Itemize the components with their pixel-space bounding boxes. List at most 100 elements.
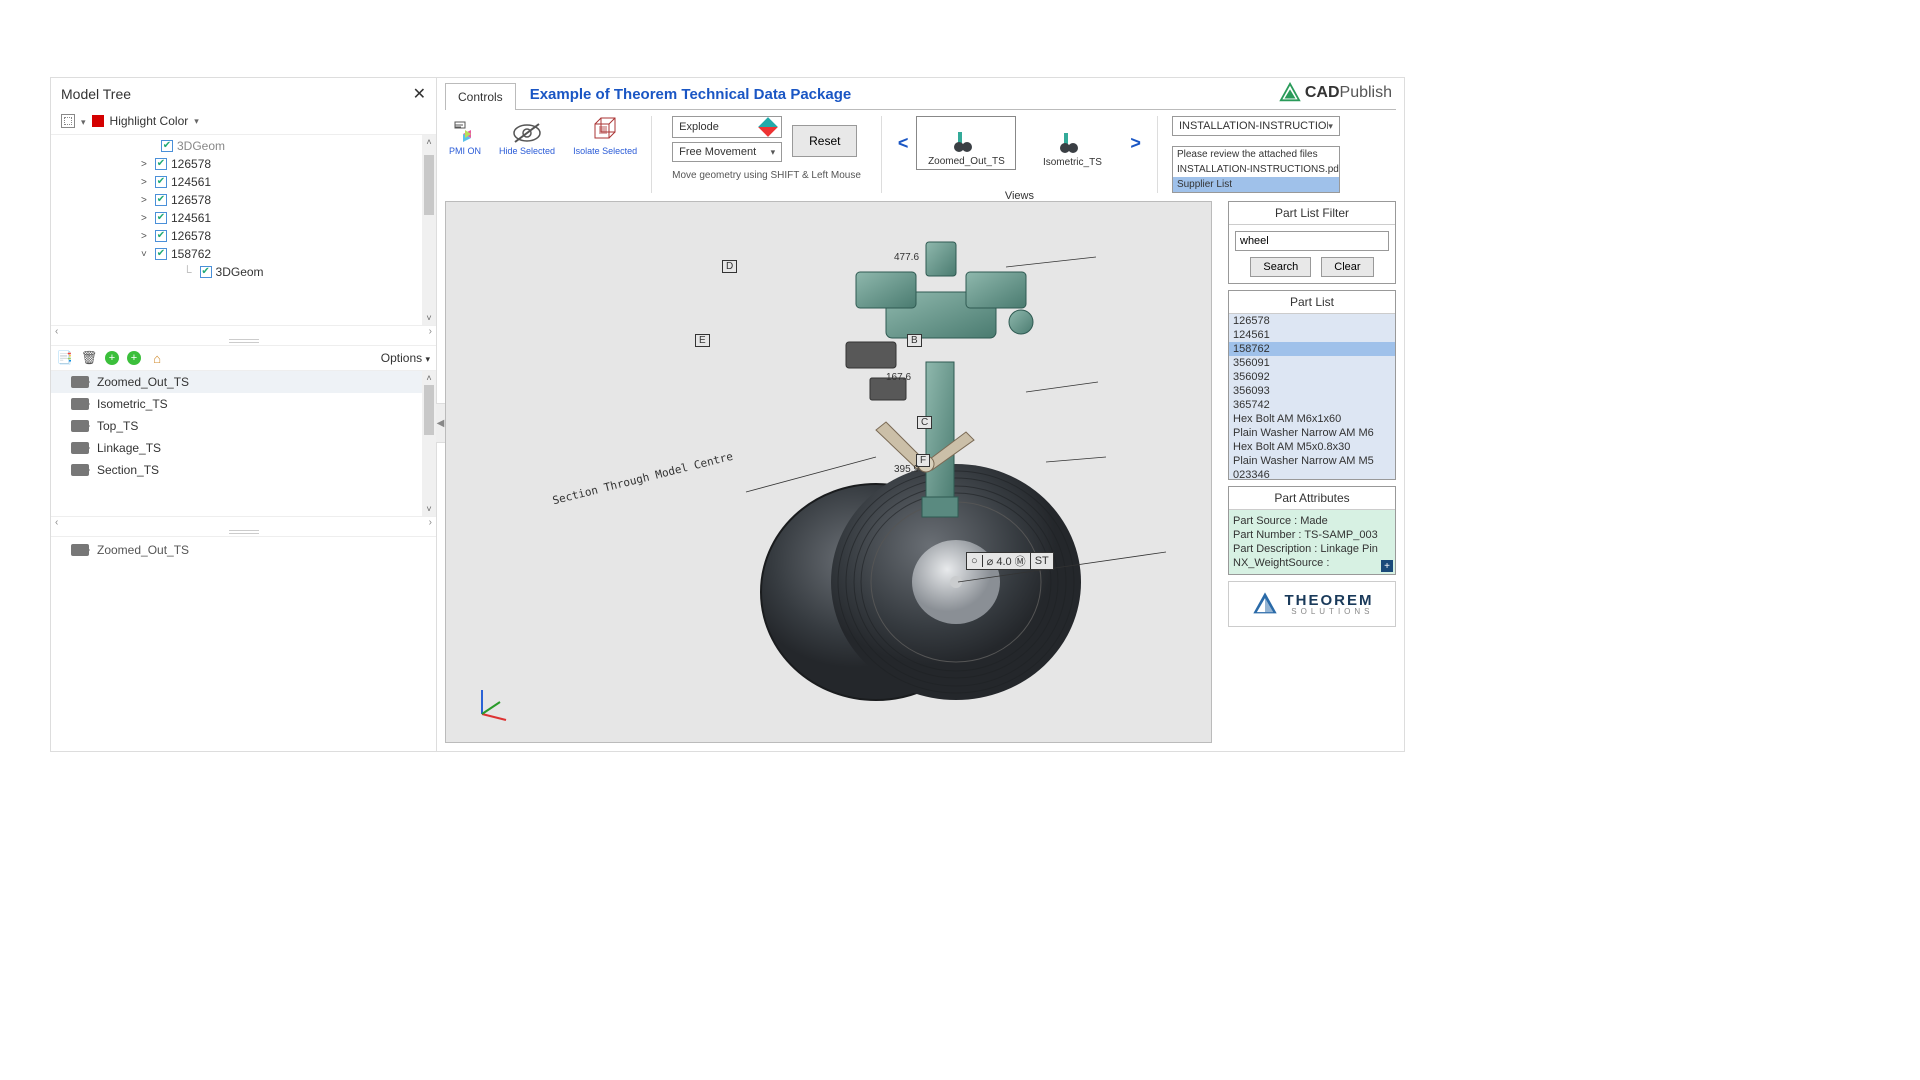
hide-selected-button[interactable]: Hide Selected (499, 122, 555, 156)
reset-button[interactable]: Reset (792, 125, 857, 157)
callout-c: C (917, 416, 932, 429)
callout-e: E (695, 334, 710, 347)
highlight-color-swatch[interactable] (92, 115, 104, 127)
checkbox-icon[interactable]: ✔ (155, 176, 167, 188)
part-list-item[interactable]: 356091 (1229, 356, 1395, 370)
model-tree[interactable]: ✔3DGeom>✔126578>✔124561>✔126578>✔124561>… (51, 135, 436, 325)
camera-icon (71, 398, 89, 410)
theorem-logo: THEOREMSOLUTIONS (1228, 581, 1396, 627)
part-list[interactable]: 1265781245611587623560913560923560933657… (1229, 314, 1395, 479)
view-thumb-iso[interactable]: Isometric_TS (1022, 116, 1122, 170)
callout-b: B (907, 334, 922, 347)
part-list-item[interactable]: 356093 (1229, 384, 1395, 398)
model-tree-title: Model Tree (61, 86, 131, 102)
page-title: Example of Theorem Technical Data Packag… (530, 82, 852, 103)
checkbox-icon[interactable]: ✔ (161, 140, 173, 152)
views-prev-icon[interactable]: < (896, 133, 911, 154)
add-view-icon[interactable]: + (105, 351, 119, 365)
explode-icon (758, 117, 778, 137)
checkbox-icon[interactable]: ✔ (200, 266, 212, 278)
trash-icon[interactable]: 🗑 (81, 350, 97, 366)
attr-source: Part Source : Made (1233, 514, 1391, 528)
gdt-frame: ○⌀ 4.0 ⓂST (966, 552, 1054, 570)
chevron-down-icon[interactable]: ▾ (194, 116, 199, 127)
list-mode-icon[interactable] (61, 114, 75, 128)
callout-d: D (722, 260, 737, 273)
splitter-grip[interactable] (229, 339, 259, 343)
part-list-item[interactable]: Plain Washer Narrow AM M5 (1229, 454, 1395, 468)
attr-weight: NX_WeightSource : (1233, 556, 1391, 570)
current-view-row[interactable]: Zoomed_Out_TS (51, 536, 436, 563)
view-item[interactable]: Zoomed_Out_TS (51, 371, 436, 393)
options-dropdown[interactable]: Options ▾ (381, 351, 430, 365)
part-list-item[interactable]: Hex Bolt AM M6x1x60 (1229, 412, 1395, 426)
views-list[interactable]: Zoomed_Out_TSIsometric_TSTop_TSLinkage_T… (51, 371, 436, 516)
view-item[interactable]: Section_TS (51, 459, 436, 481)
part-list-item[interactable]: 124561 (1229, 328, 1395, 342)
camera-icon (71, 544, 89, 556)
checkbox-icon[interactable]: ✔ (155, 194, 167, 206)
list-mode-dropdown[interactable] (81, 114, 86, 128)
part-list-item[interactable]: 023346 (1229, 468, 1395, 479)
add-view-icon-2[interactable]: + (127, 351, 141, 365)
pmi-toggle[interactable]: PMI ON (449, 120, 481, 156)
close-icon[interactable]: ✕ (413, 84, 426, 104)
clear-button[interactable]: Clear (1321, 257, 1373, 277)
dim-a: 477.6 (894, 252, 919, 263)
camera-icon (71, 376, 89, 388)
splitter-grip-2[interactable] (229, 530, 259, 534)
part-list-item[interactable]: 158762 (1229, 342, 1395, 356)
camera-icon (71, 420, 89, 432)
dim-b: 167.6 (886, 372, 911, 383)
expand-attrs-icon[interactable]: + (1381, 560, 1393, 572)
cadpublish-logo: CADPublish (1279, 82, 1396, 104)
3d-viewport[interactable]: B C D E F 477.6 167.6 395.9 Section Thro… (445, 201, 1212, 743)
tree-item[interactable]: >✔126578 (51, 227, 436, 245)
part-list-filter-panel: Part List Filter Search Clear (1228, 201, 1396, 284)
tree-item[interactable]: ˅✔158762 (51, 245, 436, 263)
checkbox-icon[interactable]: ✔ (155, 230, 167, 242)
checkbox-icon[interactable]: ✔ (155, 248, 167, 260)
part-list-item[interactable]: Hex Bolt AM M5x0.8x30 (1229, 440, 1395, 454)
tree-item[interactable]: >✔124561 (51, 209, 436, 227)
part-attributes-panel: Part Attributes Part Source : Made Part … (1228, 486, 1396, 575)
views-scrollbar[interactable]: ˄˅ (422, 371, 436, 516)
tree-h-scroll[interactable]: ‹› (51, 325, 436, 337)
dim-c: 395.9 (894, 464, 919, 475)
tree-item[interactable]: >✔126578 (51, 191, 436, 209)
home-icon[interactable]: ⌂ (149, 350, 165, 366)
attr-desc: Part Description : Linkage Pin (1233, 542, 1391, 556)
search-button[interactable]: Search (1250, 257, 1311, 277)
view-thumb-zoomed[interactable]: Zoomed_Out_TS (916, 116, 1016, 170)
view-item[interactable]: Top_TS (51, 415, 436, 437)
tree-item[interactable]: >✔124561 (51, 173, 436, 191)
part-list-item[interactable]: 126578 (1229, 314, 1395, 328)
explode-dropdown[interactable]: Explode (672, 116, 782, 138)
filter-input[interactable] (1235, 231, 1389, 251)
checkbox-icon[interactable]: ✔ (155, 158, 167, 170)
views-next-icon[interactable]: > (1128, 133, 1143, 154)
move-hint: Move geometry using SHIFT & Left Mouse (672, 170, 861, 181)
tree-item[interactable]: >✔126578 (51, 155, 436, 173)
camera-icon (71, 464, 89, 476)
tab-controls[interactable]: Controls (445, 83, 516, 110)
part-list-item[interactable]: Plain Washer Narrow AM M6 (1229, 426, 1395, 440)
part-list-panel: Part List 126578124561158762356091356092… (1228, 290, 1396, 480)
attachment-list[interactable]: Please review the attached files INSTALL… (1172, 146, 1340, 193)
isolate-selected-button[interactable]: Isolate Selected (573, 116, 637, 156)
views-h-scroll[interactable]: ‹› (51, 516, 436, 528)
part-list-item[interactable]: 365742 (1229, 398, 1395, 412)
tree-item[interactable]: └✔3DGeom (51, 263, 436, 281)
axis-triad-icon (474, 682, 514, 722)
highlight-color-label[interactable]: Highlight Color (110, 114, 189, 128)
part-list-item[interactable]: 356092 (1229, 370, 1395, 384)
tree-item[interactable]: ✔3DGeom (51, 137, 436, 155)
checkbox-icon[interactable]: ✔ (155, 212, 167, 224)
view-item[interactable]: Linkage_TS (51, 437, 436, 459)
document-select[interactable]: INSTALLATION-INSTRUCTIONS.pdf▾ (1172, 116, 1340, 136)
camera-icon (71, 442, 89, 454)
movement-dropdown[interactable]: Free Movement▾ (672, 142, 782, 162)
view-item[interactable]: Isometric_TS (51, 393, 436, 415)
tree-scrollbar[interactable]: ˄˅ (422, 135, 436, 325)
save-view-icon[interactable]: 📑 (57, 350, 73, 366)
